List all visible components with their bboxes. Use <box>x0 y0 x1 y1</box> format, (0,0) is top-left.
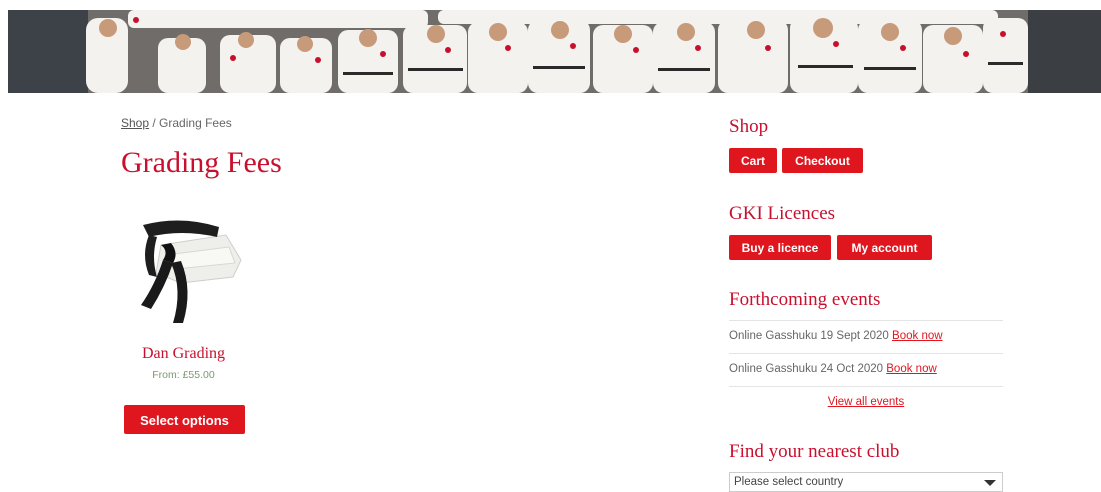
shop-widget-title: Shop <box>729 116 769 137</box>
club-widget-title: Find your nearest club <box>729 441 900 462</box>
event-item: Online Gasshuku 24 Oct 2020 Book now <box>729 363 937 375</box>
book-now-link[interactable]: Book now <box>892 330 943 342</box>
divider <box>729 353 1003 354</box>
buy-licence-button[interactable]: Buy a licence <box>729 235 831 260</box>
event-title: Online Gasshuku 24 Oct 2020 <box>729 363 887 375</box>
event-item: Online Gasshuku 19 Sept 2020 Book now <box>729 330 943 342</box>
checkout-button[interactable]: Checkout <box>782 148 863 173</box>
country-select-value: Please select country <box>734 476 844 488</box>
divider <box>729 386 1003 387</box>
banner-group-photo <box>8 10 1101 93</box>
book-now-link[interactable]: Book now <box>886 363 937 375</box>
breadcrumb-link-shop[interactable]: Shop <box>121 116 149 130</box>
header-banner-photo <box>8 10 1101 93</box>
product-name[interactable]: Dan Grading <box>121 345 246 363</box>
black-belt-product-image[interactable] <box>121 205 246 335</box>
view-all-events-link[interactable]: View all events <box>729 396 1003 408</box>
product-price: From: £55.00 <box>152 369 215 381</box>
breadcrumb: Shop / Grading Fees <box>121 116 232 130</box>
chevron-down-icon <box>984 480 996 486</box>
event-title: Online Gasshuku 19 Sept 2020 <box>729 330 893 342</box>
my-account-button[interactable]: My account <box>837 235 932 260</box>
country-select[interactable]: Please select country <box>729 472 1003 492</box>
breadcrumb-current: Grading Fees <box>159 116 232 130</box>
select-options-button[interactable]: Select options <box>124 405 245 434</box>
licences-widget-title: GKI Licences <box>729 203 836 224</box>
events-widget-title: Forthcoming events <box>729 289 881 310</box>
cart-button[interactable]: Cart <box>729 148 777 173</box>
divider <box>729 320 1003 321</box>
breadcrumb-separator: / <box>149 116 160 130</box>
product-card[interactable]: Dan Grading From: £55.00 <box>121 205 246 381</box>
page-title: Grading Fees <box>121 146 282 179</box>
